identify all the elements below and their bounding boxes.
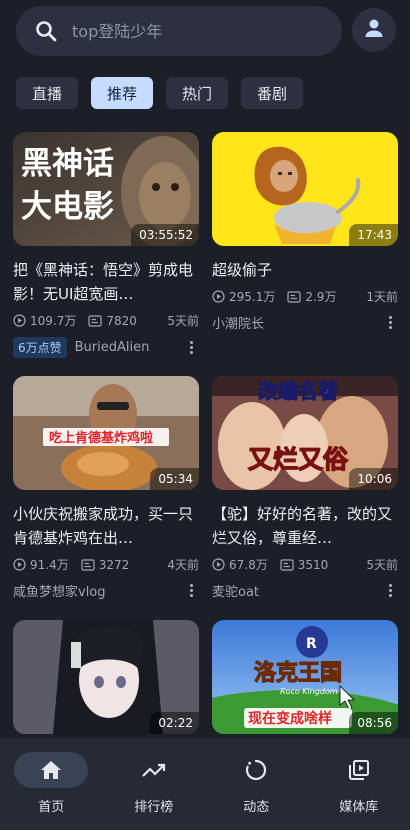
- bottom-navigation: 首页 排行榜 动态 媒体库: [0, 738, 410, 830]
- video-card[interactable]: 改编名著 又烂又俗 10:06 【驼】好好的名著，改的又烂又俗，尊重经… 67.…: [212, 376, 398, 600]
- play-count-icon: [212, 558, 225, 571]
- thumbnail-caption: 吃上肯德基炸鸡啦: [49, 430, 153, 446]
- video-thumbnail[interactable]: 改编名著 又烂又俗 10:06: [212, 376, 398, 490]
- video-duration: 17:43: [349, 224, 398, 246]
- video-title[interactable]: 把《黑神话：悟空》剪成电影！无UI超宽画…: [13, 258, 199, 306]
- view-count: 295.1万: [229, 290, 276, 304]
- nav-label: 媒体库: [339, 800, 379, 815]
- video-thumbnail[interactable]: 黑神话 大电影 03:55:52: [13, 132, 199, 246]
- comment-count: 3510: [297, 557, 329, 572]
- play-count-icon: [13, 558, 26, 571]
- danmaku-icon: [88, 314, 102, 327]
- comment-count: 7820: [106, 313, 137, 328]
- publish-time: 5天前: [167, 314, 199, 328]
- nav-label: 首页: [38, 800, 65, 815]
- video-duration: 02:22: [150, 712, 199, 734]
- video-title[interactable]: 【驼】好好的名著，改的又烂又俗，尊重经…: [212, 502, 398, 550]
- more-options-icon[interactable]: [382, 584, 398, 597]
- more-options-icon[interactable]: [382, 316, 398, 329]
- activity-icon: [246, 759, 267, 781]
- home-icon: [41, 761, 62, 779]
- danmaku-icon: [280, 558, 294, 571]
- publish-time: 5天前: [366, 558, 398, 572]
- media-library-icon: [348, 760, 369, 780]
- video-duration: 05:34: [150, 468, 199, 490]
- user-icon: [363, 17, 385, 43]
- thumbnail-caption-top: 洛克王国: [254, 660, 342, 686]
- author-name[interactable]: 小潮院长: [212, 313, 376, 332]
- more-options-icon[interactable]: [183, 341, 199, 354]
- video-card[interactable]: 黑神话 大电影 03:55:52 把《黑神话：悟空》剪成电影！无UI超宽画… 1…: [13, 132, 199, 358]
- video-duration: 03:55:52: [131, 224, 199, 246]
- video-title[interactable]: 超级偷子: [212, 258, 398, 282]
- nav-label: 排行榜: [134, 800, 174, 815]
- nav-media-library[interactable]: 媒体库: [308, 738, 410, 830]
- danmaku-icon: [287, 290, 301, 303]
- tab-live[interactable]: 直播: [16, 77, 78, 109]
- nav-activity[interactable]: 动态: [205, 738, 308, 830]
- more-options-icon[interactable]: [183, 584, 199, 597]
- publish-time: 1天前: [366, 290, 398, 304]
- view-count: 67.8万: [229, 558, 268, 572]
- category-tabs: 直播 推荐 热门 番剧: [16, 77, 303, 109]
- tab-recommended[interactable]: 推荐: [91, 77, 153, 109]
- play-count-icon: [13, 314, 26, 327]
- nav-ranking[interactable]: 排行榜: [103, 738, 206, 830]
- search-bar[interactable]: [16, 6, 342, 56]
- video-duration: 10:06: [349, 468, 398, 490]
- video-card[interactable]: 17:43 超级偷子 295.1万 2.9万 1天前 小潮院长: [212, 132, 398, 332]
- video-thumbnail[interactable]: 02:22: [13, 620, 199, 734]
- comment-count: 2.9万: [305, 290, 337, 304]
- tab-popular[interactable]: 热门: [166, 77, 228, 109]
- video-thumbnail[interactable]: 吃上肯德基炸鸡啦 05:34: [13, 376, 199, 490]
- comment-count: 3272: [98, 557, 130, 572]
- thumbnail-caption-bottom: 又烂又俗: [248, 445, 349, 474]
- thumbnail-caption: 黑神话: [21, 146, 114, 182]
- thumbnail-caption-bottom: 现在变成啥样: [248, 710, 332, 727]
- video-thumbnail[interactable]: R 洛克王国 Roco Kingdom 现在变成啥样 08:56: [212, 620, 398, 734]
- video-title[interactable]: 小伙庆祝搬家成功，买一只肯德基炸鸡在出…: [13, 502, 199, 550]
- tab-anime[interactable]: 番剧: [241, 77, 303, 109]
- video-card[interactable]: 吃上肯德基炸鸡啦 05:34 小伙庆祝搬家成功，买一只肯德基炸鸡在出… 91.4…: [13, 376, 199, 600]
- play-count-icon: [212, 290, 225, 303]
- nav-home[interactable]: 首页: [0, 738, 103, 830]
- video-thumbnail[interactable]: 17:43: [212, 132, 398, 246]
- search-icon: [34, 19, 58, 43]
- video-card[interactable]: R 洛克王国 Roco Kingdom 现在变成啥样 08:56: [212, 620, 398, 734]
- likes-badge: 6万点赞: [13, 337, 67, 358]
- thumbnail-caption-top: 改编名著: [258, 379, 338, 403]
- svg-text:大电影: 大电影: [21, 189, 114, 225]
- svg-text:R: R: [306, 636, 317, 652]
- author-name[interactable]: BuriedAlien: [75, 340, 177, 355]
- author-name[interactable]: 麦驼oat: [212, 581, 376, 600]
- trending-icon: [141, 763, 165, 777]
- view-count: 109.7万: [30, 314, 77, 328]
- view-count: 91.4万: [30, 558, 69, 572]
- author-name[interactable]: 咸鱼梦想家vlog: [13, 581, 177, 600]
- nav-label: 动态: [243, 800, 270, 815]
- publish-time: 4天前: [167, 558, 199, 572]
- danmaku-icon: [81, 558, 95, 571]
- video-card[interactable]: 02:22: [13, 620, 199, 734]
- profile-button[interactable]: [352, 8, 396, 52]
- video-duration: 08:56: [349, 712, 398, 734]
- search-input[interactable]: [72, 21, 312, 41]
- svg-text:Roco Kingdom: Roco Kingdom: [280, 687, 338, 696]
